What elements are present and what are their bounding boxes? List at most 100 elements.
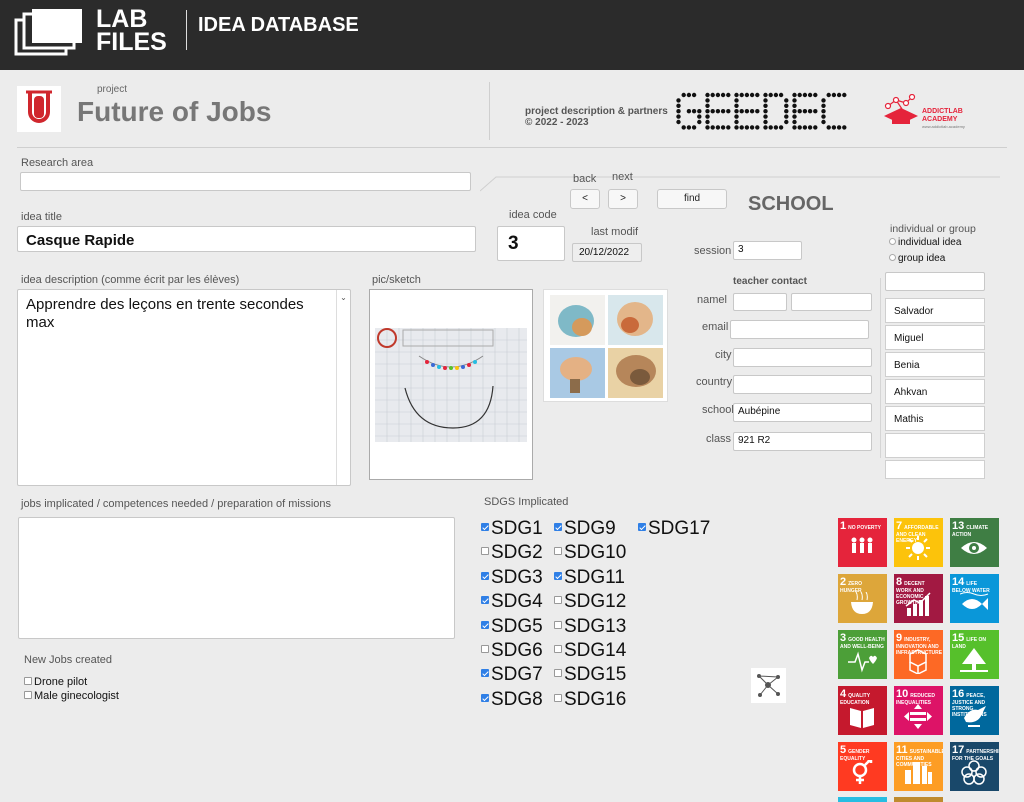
sdg-checkbox[interactable] (481, 596, 489, 605)
sdg-tile: 16PEACE, JUSTICE AND STRONG INSTITUTIONS (950, 686, 999, 735)
sdg-checkbox-label: SDG14 (564, 640, 627, 661)
group-idea-option[interactable]: group idea (889, 253, 945, 264)
sdg-checkbox-label: SDG7 (491, 664, 543, 686)
teacher-email-input[interactable] (730, 320, 869, 339)
sdg-checkbox-item[interactable]: SDG17 (638, 518, 710, 540)
sdg-checkbox-item[interactable]: SDG15 (554, 664, 626, 686)
new-job-item[interactable]: Male ginecologist (24, 690, 119, 702)
sdg-tile-number: 1 (840, 520, 847, 532)
sdg-tile: 17PARTNERSHIPS FOR THE GOALS (950, 742, 999, 791)
new-job-checkbox[interactable] (24, 677, 32, 686)
student-field[interactable]: Ahkvan (885, 379, 985, 404)
sdg-checkbox[interactable] (481, 669, 489, 678)
sdg-checkbox[interactable] (554, 571, 562, 580)
sdg-checkbox-item[interactable]: SDG1 (481, 518, 543, 540)
sdg-checkbox[interactable] (554, 693, 562, 702)
sdg-checkbox-item[interactable]: SDG8 (481, 689, 543, 711)
sdg-checkbox[interactable] (554, 522, 562, 531)
teacher-city-input[interactable] (733, 348, 872, 367)
teacher-class-input[interactable]: 921 R2 (733, 432, 872, 451)
teacher-firstname-input[interactable] (733, 293, 787, 311)
sdg-checkbox[interactable] (554, 644, 562, 653)
individual-idea-option[interactable]: individual idea (889, 237, 961, 248)
group-name-input[interactable] (885, 272, 985, 291)
sdg-checkbox-item[interactable]: SDG13 (554, 616, 626, 638)
sdg-checkbox-label: SDG4 (491, 591, 543, 613)
sdg-checkbox[interactable] (481, 644, 489, 653)
sdg-tile-number: 16 (952, 688, 965, 700)
sdg-tile: 5 GENDER EQUALITY (838, 742, 887, 791)
sdg-checkbox-item[interactable]: SDG5 (481, 616, 543, 638)
jobs-implicated-textarea[interactable] (18, 517, 455, 639)
research-area-input[interactable] (20, 172, 471, 191)
sdg-checkbox[interactable] (481, 693, 489, 702)
next-button[interactable]: > (608, 189, 638, 209)
student-field[interactable]: Benia (885, 352, 985, 377)
back-button[interactable]: < (570, 189, 600, 209)
sdg-checkbox-item[interactable]: SDG12 (554, 591, 626, 613)
gender-icon (852, 760, 873, 784)
idea-code-input[interactable]: 3 (497, 226, 565, 261)
sdg-checkbox-item[interactable]: SDG10 (554, 542, 626, 564)
student-field[interactable] (885, 433, 985, 458)
individual-radio[interactable] (889, 238, 896, 245)
sketch-image-frame[interactable] (369, 289, 533, 480)
new-job-item[interactable]: Drone pilot (24, 676, 87, 688)
student-field[interactable]: Salvador (885, 298, 985, 323)
sdg-checkbox[interactable] (554, 620, 562, 629)
student-field[interactable]: Miguel (885, 325, 985, 350)
sdg-checkbox-label: SDG6 (491, 640, 543, 661)
lab-files-logo: LAB FILES (14, 5, 174, 62)
sdg-checkbox[interactable] (481, 547, 489, 556)
sdg-checkbox[interactable] (481, 571, 489, 580)
network-icon[interactable] (751, 668, 786, 703)
sdg-checkbox-label: SDG5 (491, 615, 543, 637)
sdg-checkbox-item[interactable]: SDG2 (481, 542, 543, 564)
sdg-checkbox[interactable] (481, 620, 489, 629)
teacher-lastname-input[interactable] (791, 293, 872, 311)
sdg-checkbox[interactable] (638, 522, 646, 531)
new-job-label: Drone pilot (34, 676, 88, 688)
teacher-school-input[interactable]: Aubépine (733, 403, 872, 422)
group-radio[interactable] (889, 254, 896, 261)
ai-helmet-image[interactable] (543, 289, 668, 402)
student-field[interactable]: Mathis (885, 406, 985, 431)
sdg-checkbox-item[interactable]: SDG9 (554, 518, 616, 540)
new-job-checkbox[interactable] (24, 691, 32, 700)
idea-code-label: idea code (509, 209, 557, 221)
sdg-checkbox[interactable] (554, 596, 562, 605)
project-logo (17, 86, 61, 132)
sdg-tile-number: 4 (840, 688, 847, 700)
growth-chart-icon (905, 592, 931, 616)
sdg-checkbox-item[interactable]: SDG4 (481, 591, 543, 613)
academy-line1: ADDICTLAB (922, 108, 963, 115)
sdg-tile-number: 14 (952, 576, 965, 588)
sdg-checkbox-item[interactable]: SDG3 (481, 567, 543, 589)
sdg-checkbox-item[interactable]: SDG6 (481, 640, 543, 662)
sdg-checkbox-item[interactable]: SDG7 (481, 664, 543, 686)
sdg-checkbox[interactable] (481, 522, 489, 531)
sdg-checkbox-item[interactable]: SDG16 (554, 689, 626, 711)
cubes-icon (909, 649, 927, 674)
sdg-tile-number: 5 (840, 744, 847, 756)
sdg-tile-partial (894, 797, 943, 802)
sdg-tile-number: 17 (952, 744, 965, 756)
sdg-checkbox-label: SDG13 (564, 615, 627, 637)
sdg-checkbox-label: SDG3 (491, 566, 543, 588)
student-field[interactable] (885, 460, 985, 479)
find-button[interactable]: find (657, 189, 727, 209)
session-input[interactable]: 3 (733, 241, 802, 260)
chevron-down-icon[interactable]: ⌄ (336, 290, 350, 485)
teacher-contact-heading: teacher contact (733, 276, 807, 287)
sdg-checkbox-item[interactable]: SDG11 (554, 567, 625, 589)
idea-title-input[interactable]: Casque Rapide (17, 226, 476, 252)
bowl-icon (851, 592, 873, 614)
teacher-country-input[interactable] (733, 375, 872, 394)
idea-description-textarea[interactable]: Apprendre des leçons en trente secondes … (17, 289, 351, 486)
header-divider-line (17, 147, 1007, 148)
jobs-implicated-label: jobs implicated / competences needed / p… (21, 498, 332, 510)
project-label: project (97, 84, 128, 95)
sdg-checkbox[interactable] (554, 547, 562, 556)
sdg-checkbox[interactable] (554, 669, 562, 678)
sdg-checkbox-item[interactable]: SDG14 (554, 640, 626, 662)
